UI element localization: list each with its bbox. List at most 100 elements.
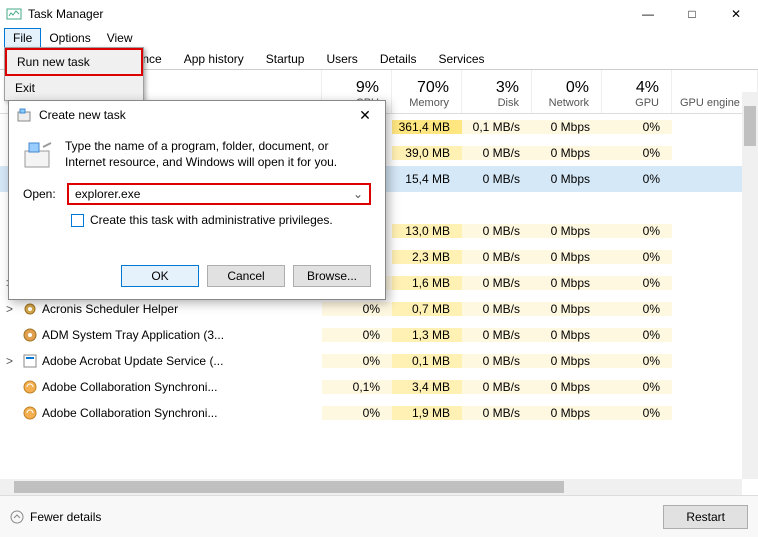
cell-memory: 15,4 MB [392, 172, 462, 186]
menu-bar: File Options View [0, 28, 758, 48]
task-manager-icon [6, 6, 22, 22]
open-value: explorer.exe [75, 187, 140, 201]
cell-memory: 2,3 MB [392, 250, 462, 264]
expand-arrow-icon[interactable]: > [6, 354, 18, 368]
cell-gpu: 0% [602, 172, 672, 186]
dialog-close-button[interactable]: ✕ [345, 107, 385, 124]
process-icon [22, 379, 38, 395]
menu-view[interactable]: View [99, 29, 141, 47]
cell-network: 0 Mbps [532, 328, 602, 342]
col-network[interactable]: 0% Network [532, 70, 602, 113]
col-memory[interactable]: 70% Memory [392, 70, 462, 113]
process-icon [22, 301, 38, 317]
cell-network: 0 Mbps [532, 172, 602, 186]
close-button[interactable]: ✕ [714, 0, 758, 28]
cell-network: 0 Mbps [532, 120, 602, 134]
window-title: Task Manager [28, 7, 626, 21]
cell-disk: 0 MB/s [462, 406, 532, 420]
run-icon [17, 107, 33, 123]
cell-gpu: 0% [602, 250, 672, 264]
table-row[interactable]: Adobe Collaboration Synchroni...0,1%3,4 … [0, 374, 758, 400]
dialog-description: Type the name of a program, folder, docu… [65, 139, 371, 171]
footer: Fewer details Restart [0, 495, 758, 537]
cell-gpu: 0% [602, 146, 672, 160]
process-icon [22, 405, 38, 421]
process-name: ADM System Tray Application (3... [42, 328, 224, 342]
maximize-button[interactable]: □ [670, 0, 714, 28]
cell-network: 0 Mbps [532, 354, 602, 368]
cell-disk: 0 MB/s [462, 276, 532, 290]
cell-memory: 0,1 MB [392, 354, 462, 368]
menu-exit[interactable]: Exit [5, 76, 143, 100]
title-bar: Task Manager — □ ✕ [0, 0, 758, 28]
process-icon [22, 353, 38, 369]
cell-memory: 39,0 MB [392, 146, 462, 160]
cell-network: 0 Mbps [532, 406, 602, 420]
cell-cpu: 0,1% [322, 380, 392, 394]
browse-button[interactable]: Browse... [293, 265, 371, 287]
col-gpu[interactable]: 4% GPU [602, 70, 672, 113]
ok-button[interactable]: OK [121, 265, 199, 287]
cell-network: 0 Mbps [532, 224, 602, 238]
restart-button[interactable]: Restart [663, 505, 748, 529]
cell-cpu: 0% [322, 328, 392, 342]
open-label: Open: [23, 187, 57, 201]
cell-gpu: 0% [602, 328, 672, 342]
cell-memory: 1,3 MB [392, 328, 462, 342]
cell-disk: 0 MB/s [462, 328, 532, 342]
cell-disk: 0 MB/s [462, 172, 532, 186]
tab-app-history[interactable]: App history [173, 48, 255, 69]
process-name: Adobe Collaboration Synchroni... [42, 380, 217, 394]
cancel-button[interactable]: Cancel [207, 265, 285, 287]
process-icon [22, 327, 38, 343]
create-task-dialog: Create new task ✕ Type the name of a pro… [8, 100, 386, 300]
horizontal-scrollbar[interactable] [0, 479, 742, 495]
cell-network: 0 Mbps [532, 302, 602, 316]
cell-cpu: 0% [322, 354, 392, 368]
menu-options[interactable]: Options [41, 29, 98, 47]
cell-disk: 0 MB/s [462, 250, 532, 264]
cell-gpu: 0% [602, 276, 672, 290]
cell-network: 0 Mbps [532, 276, 602, 290]
cell-disk: 0,1 MB/s [462, 120, 532, 134]
tab-startup[interactable]: Startup [255, 48, 316, 69]
cell-disk: 0 MB/s [462, 354, 532, 368]
cell-cpu: 0% [322, 406, 392, 420]
cell-memory: 0,7 MB [392, 302, 462, 316]
tab-users[interactable]: Users [315, 48, 368, 69]
cell-memory: 1,9 MB [392, 406, 462, 420]
run-large-icon [23, 139, 55, 171]
cell-disk: 0 MB/s [462, 146, 532, 160]
cell-disk: 0 MB/s [462, 224, 532, 238]
table-row[interactable]: ADM System Tray Application (3...0%1,3 M… [0, 322, 758, 348]
dialog-title: Create new task [39, 108, 345, 122]
cell-gpu: 0% [602, 380, 672, 394]
col-disk[interactable]: 3% Disk [462, 70, 532, 113]
process-name: Adobe Collaboration Synchroni... [42, 406, 217, 420]
cell-gpu: 0% [602, 354, 672, 368]
open-combobox[interactable]: explorer.exe ⌄ [67, 183, 371, 205]
minimize-button[interactable]: — [626, 0, 670, 28]
table-row[interactable]: >Adobe Acrobat Update Service (...0%0,1 … [0, 348, 758, 374]
admin-checkbox-label: Create this task with administrative pri… [90, 213, 333, 227]
menu-run-new-task[interactable]: Run new task [5, 48, 143, 76]
expand-arrow-icon[interactable]: > [6, 302, 18, 316]
process-name: Acronis Scheduler Helper [42, 302, 178, 316]
chevron-down-icon: ⌄ [353, 187, 363, 201]
cell-network: 0 Mbps [532, 380, 602, 394]
cell-gpu: 0% [602, 302, 672, 316]
chevron-up-icon [10, 510, 24, 524]
cell-network: 0 Mbps [532, 146, 602, 160]
admin-checkbox[interactable] [71, 214, 84, 227]
tab-details[interactable]: Details [369, 48, 428, 69]
vertical-scrollbar[interactable] [742, 92, 758, 479]
process-name: Adobe Acrobat Update Service (... [42, 354, 223, 368]
fewer-details-button[interactable]: Fewer details [10, 510, 101, 524]
cell-network: 0 Mbps [532, 250, 602, 264]
menu-file[interactable]: File [4, 28, 41, 48]
tab-services[interactable]: Services [428, 48, 496, 69]
table-row[interactable]: Adobe Collaboration Synchroni... 0%1,9 MB… [0, 400, 758, 426]
cell-memory: 1,6 MB [392, 276, 462, 290]
cell-memory: 13,0 MB [392, 224, 462, 238]
cell-cpu: 0% [322, 302, 392, 316]
